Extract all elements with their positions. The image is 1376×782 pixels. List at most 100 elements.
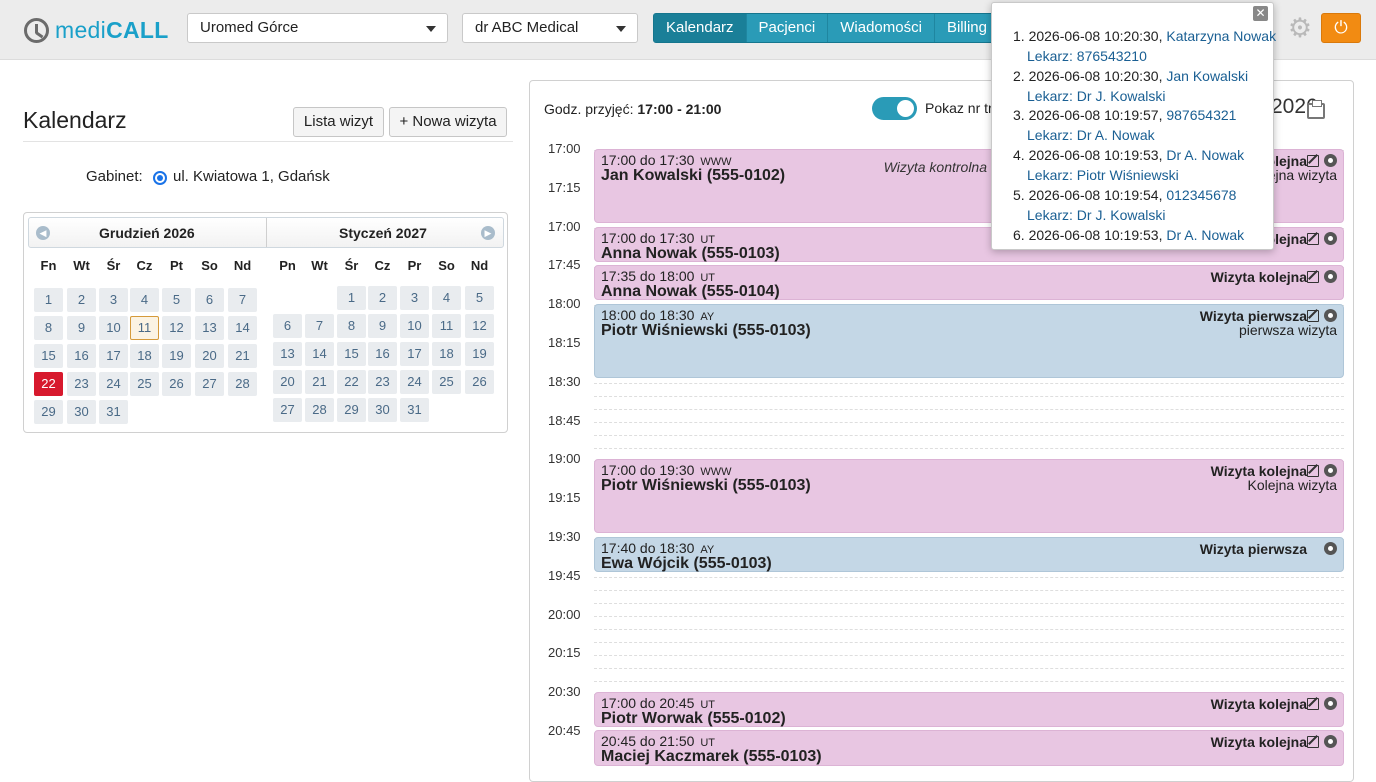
calendar-day[interactable]: 29 (337, 398, 366, 422)
gear-icon[interactable]: ⚙ (1287, 15, 1313, 42)
power-icon[interactable]: ⏻ (1321, 13, 1361, 43)
tab-kalendarz[interactable]: Kalendarz (654, 14, 747, 42)
calendar-day[interactable]: 26 (465, 370, 494, 394)
patient-name[interactable]: Anna Nowak (555-0103) (601, 245, 780, 263)
appointment-block[interactable]: 17:40 do 18:30 AY Ewa Wójcik (555-0103) Wi… (594, 537, 1344, 572)
clinic-select[interactable]: Uromed Górce (187, 13, 448, 43)
appointment-block[interactable]: 17:35 do 18:00 UT Anna Nowak (555-0104) Wi… (594, 265, 1344, 300)
calendar-day[interactable]: 27 (273, 398, 302, 422)
calendar-day[interactable]: 17 (400, 342, 429, 366)
status-dot-icon[interactable] (1324, 735, 1337, 748)
calendar-day[interactable]: 13 (273, 342, 302, 366)
calendar-day[interactable]: 23 (368, 370, 397, 394)
calendar-day[interactable]: 21 (228, 344, 257, 368)
entry-link[interactable]: 987654321 (1166, 107, 1236, 123)
calendar-day[interactable]: 13 (195, 316, 224, 340)
patient-name[interactable]: Maciej Kaczmarek (555-0103) (601, 748, 822, 766)
calendar-day[interactable]: 18 (130, 344, 159, 368)
office-radio[interactable] (153, 171, 167, 185)
edit-icon[interactable] (1307, 155, 1319, 167)
calendar-day[interactable]: 9 (67, 316, 96, 340)
edit-icon[interactable] (1307, 465, 1319, 477)
calendar-day[interactable]: 15 (337, 342, 366, 366)
edit-icon[interactable] (1307, 698, 1319, 710)
calendar-day[interactable]: 30 (67, 400, 96, 424)
print-icon[interactable] (1307, 100, 1325, 119)
calendar-day[interactable]: 4 (432, 286, 461, 310)
calendar-day[interactable]: 20 (195, 344, 224, 368)
show-number-toggle[interactable] (872, 97, 917, 120)
calendar-day[interactable]: 8 (337, 314, 366, 338)
calendar-day[interactable]: 11 (130, 316, 159, 340)
patient-name[interactable]: Jan Kowalski (555-0102) (601, 167, 785, 185)
calendar-day[interactable]: 10 (99, 316, 128, 340)
calendar-day[interactable]: 29 (34, 400, 63, 424)
calendar-day[interactable]: 3 (400, 286, 429, 310)
calendar-day[interactable]: 28 (228, 372, 257, 396)
close-icon[interactable]: ✕ (1253, 6, 1268, 21)
calendar-day[interactable]: 22 (34, 372, 63, 396)
calendar-day[interactable]: 17 (99, 344, 128, 368)
entry-link[interactable]: Dr A. Nowak (1166, 147, 1244, 163)
entry-link[interactable]: Katarzyna Nowak (1166, 28, 1276, 44)
app-logo[interactable]: mediCALL (24, 16, 169, 44)
visit-list-button[interactable]: Lista wizyt (293, 107, 384, 137)
calendar-day[interactable]: 25 (130, 372, 159, 396)
calendar-day[interactable]: 1 (34, 288, 63, 312)
appointment-block[interactable]: 17:00 do 19:30 www Piotr Wiśniewski (555-… (594, 459, 1344, 533)
entry-link[interactable]: Dr A. Nowak (1166, 227, 1244, 243)
edit-icon[interactable] (1307, 736, 1319, 748)
patient-name[interactable]: Ewa Wójcik (555-0103) (601, 555, 772, 573)
calendar-day[interactable]: 4 (130, 288, 159, 312)
calendar-day[interactable]: 22 (337, 370, 366, 394)
next-month-icon[interactable]: ▶ (481, 226, 495, 240)
patient-name[interactable]: Piotr Wiśniewski (555-0103) (601, 477, 811, 495)
calendar-day[interactable]: 6 (195, 288, 224, 312)
calendar-day[interactable]: 1 (337, 286, 366, 310)
calendar-day[interactable]: 11 (432, 314, 461, 338)
status-dot-icon[interactable] (1324, 270, 1337, 283)
prev-month-icon[interactable]: ◀ (36, 226, 50, 240)
calendar-day[interactable]: 16 (67, 344, 96, 368)
calendar-day[interactable]: 28 (305, 398, 334, 422)
calendar-day[interactable]: 31 (400, 398, 429, 422)
appointment-block[interactable]: 18:00 do 18:30 AY Piotr Wiśniewski (555-0… (594, 304, 1344, 378)
calendar-day[interactable]: 25 (432, 370, 461, 394)
status-dot-icon[interactable] (1324, 542, 1337, 555)
calendar-day[interactable]: 27 (195, 372, 224, 396)
tab-wiadomosci[interactable]: Wiadomości (828, 14, 935, 42)
calendar-day[interactable]: 23 (67, 372, 96, 396)
calendar-day[interactable]: 2 (67, 288, 96, 312)
calendar-day[interactable]: 19 (162, 344, 191, 368)
entry-link[interactable]: Jan Kowalski (1166, 68, 1248, 84)
calendar-day[interactable]: 7 (228, 288, 257, 312)
status-dot-icon[interactable] (1324, 697, 1337, 710)
doctor-select[interactable]: dr ABC Medical (462, 13, 638, 43)
status-dot-icon[interactable] (1324, 232, 1337, 245)
calendar-day[interactable]: 19 (465, 342, 494, 366)
entry-link[interactable]: 012345678 (1166, 187, 1236, 203)
calendar-day[interactable]: 24 (400, 370, 429, 394)
edit-icon[interactable] (1307, 233, 1319, 245)
calendar-day[interactable]: 2 (368, 286, 397, 310)
status-dot-icon[interactable] (1324, 309, 1337, 322)
edit-icon[interactable] (1307, 271, 1319, 283)
tab-pacjenci[interactable]: Pacjenci (747, 14, 829, 42)
calendar-day[interactable]: 30 (368, 398, 397, 422)
patient-name[interactable]: Anna Nowak (555-0104) (601, 283, 780, 301)
status-dot-icon[interactable] (1324, 154, 1337, 167)
calendar-day[interactable]: 21 (305, 370, 334, 394)
calendar-day[interactable]: 9 (368, 314, 397, 338)
calendar-day[interactable]: 26 (162, 372, 191, 396)
calendar-day[interactable]: 14 (305, 342, 334, 366)
calendar-day[interactable]: 14 (228, 316, 257, 340)
patient-name[interactable]: Piotr Worwak (555-0102) (601, 710, 786, 728)
calendar-day[interactable]: 5 (162, 288, 191, 312)
calendar-day[interactable]: 20 (273, 370, 302, 394)
calendar-day[interactable]: 6 (273, 314, 302, 338)
calendar-day[interactable]: 12 (162, 316, 191, 340)
appointment-block[interactable]: 20:45 do 21:50 UT Maciej Kaczmarek (555-0… (594, 730, 1344, 766)
calendar-day[interactable]: 31 (99, 400, 128, 424)
calendar-day[interactable]: 7 (305, 314, 334, 338)
appointment-block[interactable]: 17:00 do 20:45 UT Piotr Worwak (555-0102)… (594, 692, 1344, 727)
